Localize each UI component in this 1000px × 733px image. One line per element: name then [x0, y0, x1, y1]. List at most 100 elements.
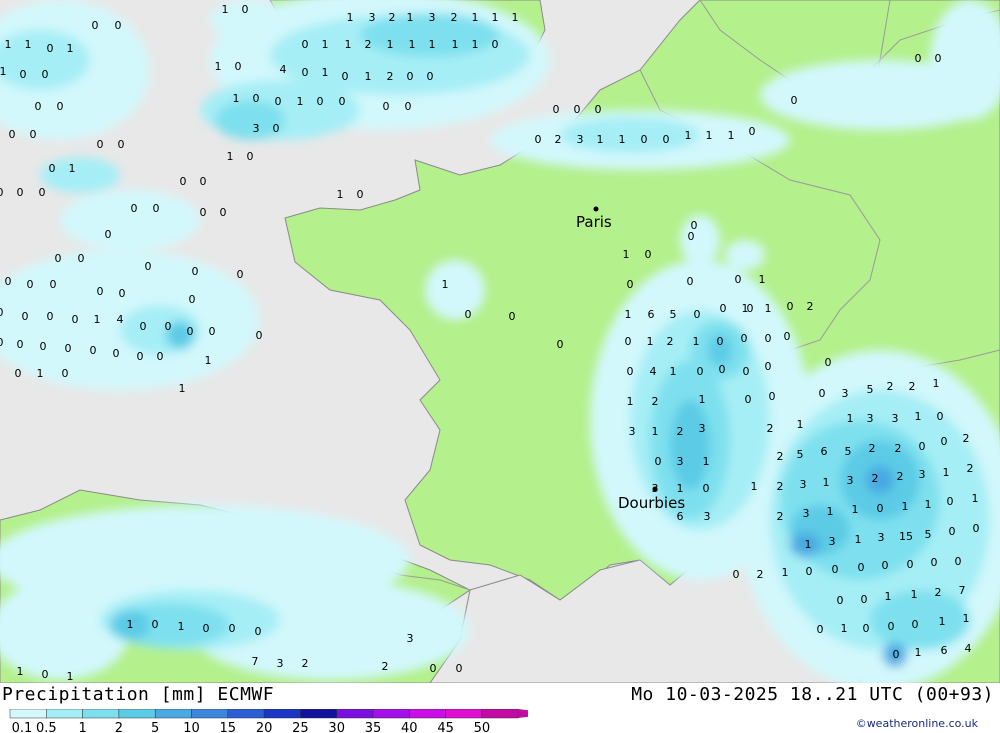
precip-value-label: 2 — [451, 11, 458, 24]
precip-value-label: 3 — [892, 412, 899, 425]
precip-value-label: 0 — [625, 335, 632, 348]
precip-value-label: 0 — [200, 175, 207, 188]
precip-value-label: 0 — [735, 273, 742, 286]
precip-value-label: 0 — [427, 70, 434, 83]
precip-value-label: 0 — [688, 230, 695, 243]
precip-value-label: 1 — [215, 60, 222, 73]
precip-value-label: 0 — [35, 100, 42, 113]
precip-value-label: 1 — [442, 278, 449, 291]
precip-value-label: 1 — [17, 665, 24, 678]
precip-value-label: 5 — [797, 448, 804, 461]
precip-value-label: 0 — [557, 338, 564, 351]
precip-value-label: 3 — [919, 468, 926, 481]
precip-value-label: 1 — [222, 3, 229, 16]
precip-value-label: 1 — [647, 335, 654, 348]
precip-value-label: 3 — [277, 657, 284, 670]
precip-value-label: 0 — [229, 622, 236, 635]
precip-value-label: 0 — [15, 367, 22, 380]
precip-value-label: 1 — [452, 38, 459, 51]
precip-value-label: 1 — [693, 335, 700, 348]
precip-value-label: 0 — [55, 252, 62, 265]
precip-value-label: 1 — [179, 382, 186, 395]
precip-value-label: 1 — [0, 65, 7, 78]
legend-swatch — [300, 709, 337, 719]
precip-value-label: 2 — [382, 660, 389, 673]
precip-value-label: 3 — [677, 455, 684, 468]
precip-value-label: 0 — [832, 563, 839, 576]
precip-value-label: 1 — [915, 646, 922, 659]
precip-value-label: 1 — [297, 95, 304, 108]
precip-value-label: 1 — [855, 533, 862, 546]
legend-swatch — [191, 709, 229, 719]
precip-value-label: 2 — [807, 300, 814, 313]
precip-value-label: 1 — [652, 425, 659, 438]
precip-value-label: 0 — [9, 128, 16, 141]
precip-value-label: 0 — [861, 593, 868, 606]
precip-value-label: 1 — [827, 505, 834, 518]
credit-link[interactable]: ©weatheronline.co.uk — [856, 717, 978, 730]
precip-value-label: 1 — [5, 38, 12, 51]
precip-value-label: 3 — [429, 11, 436, 24]
precip-value-label: 0 — [733, 568, 740, 581]
precip-value-label: 1 — [699, 393, 706, 406]
precip-value-label: 0 — [140, 320, 147, 333]
precip-value-label: 2 — [909, 380, 916, 393]
precip-value-label: 0 — [357, 188, 364, 201]
precip-value-label: 0 — [407, 70, 414, 83]
precip-value-label: 1 — [67, 670, 74, 683]
precip-value-label: 1 — [915, 410, 922, 423]
precip-value-label: 0 — [317, 95, 324, 108]
precip-value-label: 2 — [935, 586, 942, 599]
precip-value-label: 3 — [847, 474, 854, 487]
precip-value-label: 1 — [69, 162, 76, 175]
color-scale-legend: 0.1 0.5 1 2 5 10 15 20 25 30 35 40 45 50 — [9, 709, 528, 733]
precip-value-label: 0 — [131, 202, 138, 215]
precip-value-label: 0 — [915, 52, 922, 65]
precip-value-label: 0 — [492, 38, 499, 51]
precip-value-label: 0 — [256, 329, 263, 342]
precip-value-label: 0 — [627, 278, 634, 291]
legend-swatch — [9, 709, 47, 719]
precip-value-label: 0 — [465, 308, 472, 321]
precip-value-label: 4 — [650, 365, 657, 378]
precip-value-label: 1 — [625, 308, 632, 321]
precip-value-label: 0 — [806, 565, 813, 578]
precip-value-label: 0 — [949, 525, 956, 538]
precip-value-label: 1 — [25, 38, 32, 51]
precip-value-label: 0 — [819, 387, 826, 400]
precip-value-label: 0 — [935, 52, 942, 65]
precip-value-label: 1 — [670, 365, 677, 378]
precip-value-label: 0 — [42, 668, 49, 681]
legend-label: 2 — [115, 721, 123, 733]
precip-value-label: 1 — [387, 38, 394, 51]
precip-value-label: 0 — [57, 100, 64, 113]
precip-value-label: 1 — [337, 188, 344, 201]
precip-value-label: 0 — [200, 206, 207, 219]
forecast-datetime: Mo 10-03-2025 18..21 UTC (00+93) — [631, 684, 994, 705]
footer-bar: Precipitation [mm] ECMWF Mo 10-03-2025 1… — [0, 683, 1000, 733]
precip-value-label: 0 — [20, 68, 27, 81]
precip-value-label: 1 — [852, 503, 859, 516]
precip-value-label: 0 — [118, 138, 125, 151]
legend-swatch — [82, 709, 120, 719]
precip-value-label: 5 — [867, 383, 874, 396]
precip-value-label: 2 — [895, 442, 902, 455]
precip-value-label: 0 — [430, 662, 437, 675]
precip-value-label: 0 — [72, 313, 79, 326]
precip-value-label: 3 — [803, 507, 810, 520]
precip-value-label: 0 — [39, 186, 46, 199]
precip-value-label: 0 — [42, 68, 49, 81]
legend-label: 50 — [474, 721, 491, 733]
map-title: Precipitation [mm] ECMWF — [2, 684, 275, 705]
precip-value-label: 0 — [687, 275, 694, 288]
precip-value-label: 0 — [275, 95, 282, 108]
precip-value-label: 1 — [706, 129, 713, 142]
precip-value-label: 0 — [741, 332, 748, 345]
precip-value-label: 1 — [885, 590, 892, 603]
precip-value-label: 0 — [745, 393, 752, 406]
precip-value-label: 2 — [555, 133, 562, 146]
precip-value-label: 6 — [821, 445, 828, 458]
precip-value-label: 1 — [841, 622, 848, 635]
precip-value-label: 1 — [933, 377, 940, 390]
precip-value-label: 0 — [17, 338, 24, 351]
